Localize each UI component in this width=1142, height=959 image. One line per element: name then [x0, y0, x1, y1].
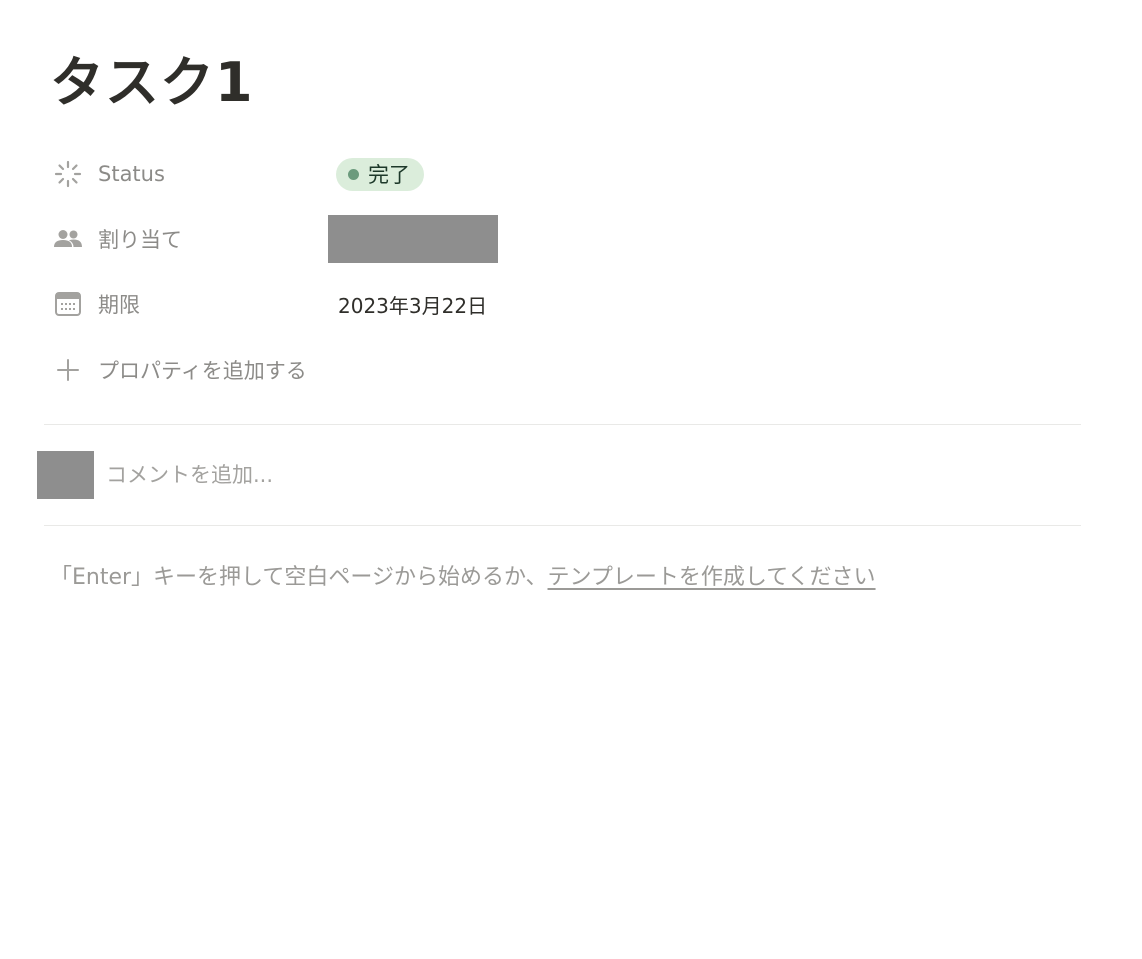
- assignee-redacted: [328, 215, 498, 263]
- create-template-link[interactable]: テンプレートを作成してください: [548, 565, 876, 590]
- status-badge[interactable]: 完了: [336, 157, 424, 191]
- people-icon: [44, 228, 92, 250]
- plus-icon: [44, 357, 92, 383]
- comment-composer: [37, 451, 706, 499]
- calendar-icon: [44, 291, 92, 317]
- divider-top: [44, 424, 1081, 425]
- property-row-due-date: 期限 2023年3月22日: [44, 278, 1084, 330]
- status-dot: [348, 168, 359, 180]
- property-label-assignee[interactable]: 割り当て: [44, 213, 324, 265]
- property-label-text: Status: [98, 162, 165, 186]
- avatar: [37, 451, 94, 499]
- property-label-text: 期限: [98, 293, 140, 317]
- empty-page-hint: 「Enter」キーを押して空白ページから始めるか、テンプレートを作成してください: [50, 558, 876, 598]
- page: タスク1 Status 完了 割り当て 期限 2023年3月22日 プロパティを…: [0, 0, 1142, 959]
- comment-input[interactable]: [106, 455, 706, 495]
- status-spinner-icon: [44, 159, 92, 189]
- property-value-due-date[interactable]: 2023年3月22日: [338, 278, 487, 330]
- property-row-assignee: 割り当て: [44, 213, 1084, 265]
- page-title[interactable]: タスク1: [50, 50, 254, 116]
- divider-bottom: [44, 525, 1081, 526]
- property-label-status[interactable]: Status: [44, 148, 324, 200]
- add-property-label: プロパティを追加する: [98, 359, 307, 383]
- property-row-status: Status 完了: [44, 148, 1084, 200]
- status-badge-label: 完了: [368, 163, 410, 187]
- property-label-due-date[interactable]: 期限: [44, 278, 324, 330]
- property-value-status[interactable]: 完了: [328, 148, 424, 200]
- empty-page-hint-text: 「Enter」キーを押して空白ページから始めるか、: [50, 565, 548, 590]
- add-property-button[interactable]: プロパティを追加する: [44, 344, 307, 396]
- property-label-text: 割り当て: [98, 228, 182, 252]
- property-value-assignee[interactable]: [328, 213, 498, 265]
